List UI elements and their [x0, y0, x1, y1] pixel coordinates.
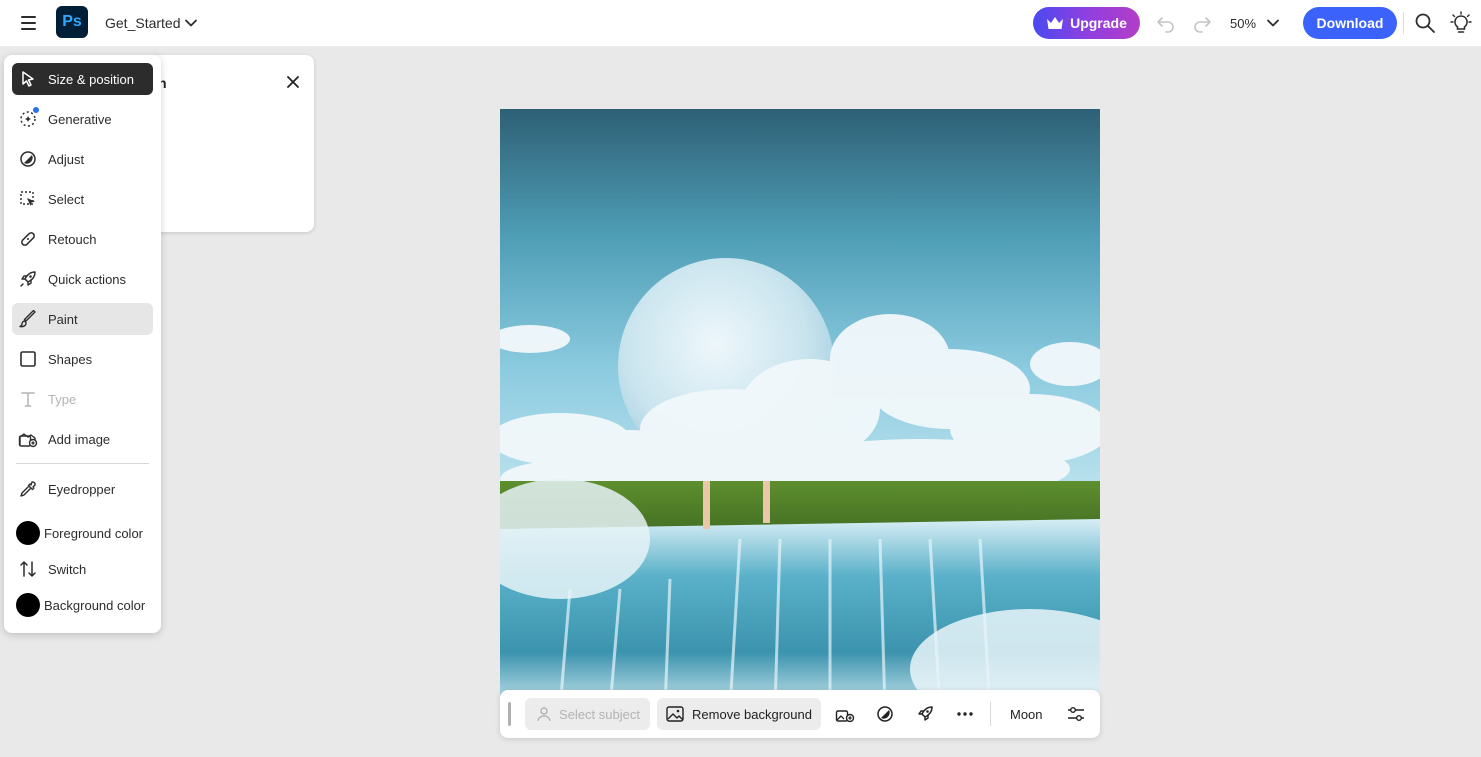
tool-shapes[interactable]: Shapes: [12, 343, 153, 375]
undo-icon[interactable]: [1154, 11, 1178, 35]
menu-hamburger-icon[interactable]: [14, 11, 42, 35]
background-color-swatch: [16, 593, 40, 617]
menu-divider: [16, 463, 149, 464]
person-select-icon: [537, 707, 551, 722]
tool-retouch[interactable]: Retouch: [12, 223, 153, 255]
brush-icon: [18, 309, 38, 329]
tool-type[interactable]: Type: [12, 383, 153, 415]
crown-icon: [1047, 17, 1064, 29]
download-button[interactable]: Download: [1303, 7, 1397, 39]
topbar-divider: [1403, 12, 1404, 34]
tool-label: Foreground color: [44, 525, 143, 541]
chevron-down-icon[interactable]: [181, 13, 201, 33]
tool-label: Select: [48, 191, 85, 207]
tool-paint[interactable]: Paint: [12, 303, 153, 335]
tool-label: Eyedropper: [48, 481, 116, 497]
layer-name[interactable]: Moon: [1010, 704, 1043, 724]
document-canvas[interactable]: [500, 109, 1100, 709]
remove-background-label: Remove background: [692, 706, 812, 722]
tool-label: Background color: [44, 597, 146, 613]
tool-menu: Size & position Generative Adjust Select…: [4, 55, 161, 633]
pointer-icon: [18, 69, 38, 89]
redo-icon[interactable]: [1190, 11, 1214, 35]
new-feature-dot: [32, 106, 40, 114]
tool-label: Retouch: [48, 231, 97, 247]
canvas-artwork: [500, 109, 1100, 709]
tool-switch-colors[interactable]: Switch: [12, 553, 153, 585]
tool-label: Generative: [48, 111, 112, 127]
adjust-icon[interactable]: [873, 702, 897, 726]
lightbulb-icon[interactable]: [1449, 10, 1473, 36]
add-image-icon[interactable]: [833, 702, 857, 726]
image-icon: [666, 706, 684, 722]
close-icon[interactable]: [284, 73, 302, 91]
tool-background-color[interactable]: Background color: [12, 589, 153, 621]
drag-handle[interactable]: [508, 702, 511, 726]
tool-label: Paint: [48, 311, 78, 327]
properties-panel: n: [148, 55, 314, 232]
tool-label: Shapes: [48, 351, 93, 367]
select-subject-button[interactable]: Select subject: [525, 698, 650, 730]
top-bar: Ps Get_Started Upgrade 50% Download: [0, 0, 1481, 46]
search-icon[interactable]: [1413, 11, 1437, 35]
document-name[interactable]: Get_Started: [105, 13, 181, 33]
tool-eyedropper[interactable]: Eyedropper: [12, 473, 153, 505]
rocket-icon[interactable]: [913, 702, 937, 726]
adjust-icon: [18, 149, 38, 169]
tool-select[interactable]: Select: [12, 183, 153, 215]
zoom-level[interactable]: 50%: [1230, 13, 1256, 33]
tool-generative[interactable]: Generative: [12, 103, 153, 135]
upgrade-button[interactable]: Upgrade: [1033, 7, 1140, 39]
taskbar-divider: [990, 702, 991, 726]
eyedropper-icon: [18, 479, 38, 499]
upgrade-label: Upgrade: [1070, 15, 1127, 31]
tool-label: Size & position: [48, 71, 134, 87]
tool-label: Adjust: [48, 151, 85, 167]
remove-background-button[interactable]: Remove background: [657, 698, 821, 730]
contextual-taskbar: Select subject Remove background Moon: [500, 690, 1100, 738]
tool-label: Add image: [48, 431, 111, 447]
select-subject-label: Select subject: [559, 706, 640, 722]
tool-label: Switch: [48, 561, 87, 577]
bandage-icon: [18, 229, 38, 249]
foreground-color-swatch: [16, 521, 40, 545]
generative-icon: [18, 106, 40, 129]
tool-label: Type: [48, 391, 77, 407]
type-icon: [18, 389, 38, 409]
square-icon: [18, 349, 38, 369]
select-icon: [18, 189, 38, 209]
tool-label: Quick actions: [48, 271, 127, 287]
rocket-icon: [18, 269, 38, 289]
add-image-icon: [18, 429, 38, 449]
zoom-chevron-down-icon[interactable]: [1263, 13, 1283, 33]
more-options-icon[interactable]: [953, 702, 977, 726]
tool-add-image[interactable]: Add image: [12, 423, 153, 455]
tool-quick-actions[interactable]: Quick actions: [12, 263, 153, 295]
properties-sliders-icon[interactable]: [1064, 702, 1088, 726]
switch-arrows-icon: [18, 559, 38, 579]
tool-foreground-color[interactable]: Foreground color: [12, 517, 153, 549]
photoshop-logo: Ps: [56, 6, 88, 38]
tool-size-position[interactable]: Size & position: [12, 63, 153, 95]
tool-adjust[interactable]: Adjust: [12, 143, 153, 175]
